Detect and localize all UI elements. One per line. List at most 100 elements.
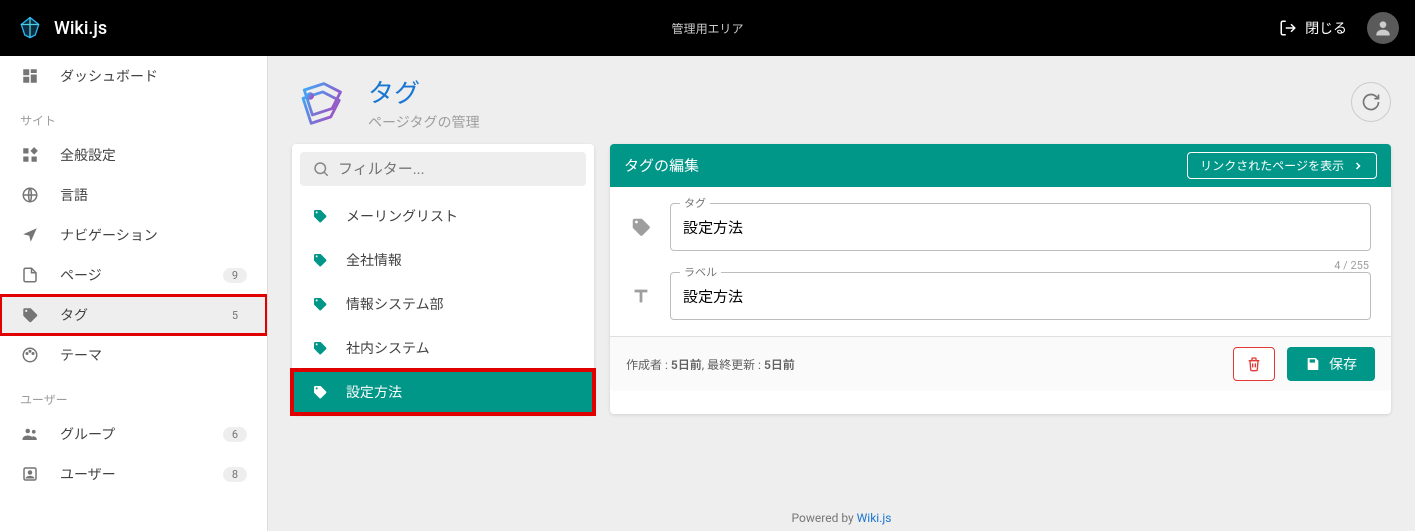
sidebar-badge: 8 (223, 467, 247, 482)
globe-icon (20, 185, 40, 205)
sidebar-item-navigation[interactable]: ナビゲーション (0, 215, 267, 255)
page-footer: Powered by Wiki.js (268, 505, 1415, 531)
tag-label: 情報システム部 (346, 294, 444, 314)
char-count: 4 / 255 (630, 259, 1371, 272)
form-row-label: ラベル (630, 272, 1371, 320)
sidebar-section-users: ユーザー (0, 375, 267, 414)
sidebar-item-label: グループ (60, 424, 115, 444)
delete-button[interactable] (1233, 347, 1275, 381)
sidebar-item-label: 全般設定 (60, 145, 116, 165)
sidebar-item-label: テーマ (60, 345, 102, 365)
footer-link[interactable]: Wiki.js (857, 511, 892, 525)
tag-label: 社内システム (346, 338, 430, 358)
app-title: Wiki.js (54, 18, 107, 39)
refresh-button[interactable] (1351, 82, 1391, 122)
user-avatar[interactable] (1367, 12, 1399, 44)
near-me-icon (20, 225, 40, 245)
tag-list-item[interactable]: メーリングリスト (292, 194, 594, 238)
page-title: タグ (368, 73, 479, 110)
filter-box (292, 144, 594, 194)
close-label: 閉じる (1305, 18, 1347, 38)
label-field-wrap: ラベル (670, 272, 1371, 320)
meta-text: 作成者 : 5日前, 最終更新 : 5日前 (626, 356, 795, 373)
sidebar-item-label: ユーザー (60, 464, 116, 484)
sidebar-item-label: ダッシュボード (60, 66, 158, 86)
linked-pages-label: リンクされたページを表示 (1200, 157, 1344, 174)
tag-list: メーリングリスト 全社情報 情報システム部 社内システム 設定方法 (292, 194, 594, 414)
sidebar-item-tags[interactable]: タグ 5 (0, 295, 267, 335)
sidebar-badge: 9 (223, 268, 247, 283)
widgets-icon (20, 145, 40, 165)
sidebar-section-site: サイト (0, 96, 267, 135)
form-area: タグ 4 / 255 ラベル (610, 187, 1391, 336)
panel-title: タグの編集 (624, 155, 699, 176)
tags-hero-icon (292, 72, 352, 132)
sidebar-item-label: ナビゲーション (60, 225, 158, 245)
tag-icon (20, 305, 40, 325)
page-subtitle: ページタグの管理 (368, 112, 479, 132)
sidebar-badge: 5 (223, 308, 247, 323)
tag-label: 全社情報 (346, 250, 402, 270)
chevron-right-icon (1352, 160, 1364, 172)
linked-pages-button[interactable]: リンクされたページを表示 (1187, 152, 1377, 179)
app-header: Wiki.js 管理用エリア 閉じる (0, 0, 1415, 56)
tag-label: 設定方法 (346, 382, 402, 402)
filter-input[interactable] (338, 160, 574, 178)
tag-field-wrap: タグ (670, 203, 1371, 251)
sidebar-item-label: 言語 (60, 185, 88, 205)
label-field-label: ラベル (680, 264, 721, 280)
tag-list-item-selected[interactable]: 設定方法 (292, 370, 594, 414)
sidebar-item-dashboard[interactable]: ダッシュボード (0, 56, 267, 96)
tag-icon (312, 208, 328, 224)
tag-icon (312, 384, 328, 400)
exit-icon (1279, 19, 1297, 37)
panel-header: タグの編集 リンクされたページを表示 (610, 144, 1391, 187)
sidebar-badge: 6 (223, 427, 247, 442)
sidebar-item-general[interactable]: 全般設定 (0, 135, 267, 175)
search-icon (312, 160, 330, 178)
sidebar-item-locale[interactable]: 言語 (0, 175, 267, 215)
sidebar-item-label: ページ (60, 265, 102, 285)
tag-icon (312, 340, 328, 356)
logo-area: Wiki.js (16, 14, 107, 42)
save-label: 保存 (1329, 354, 1357, 374)
tag-icon (312, 252, 328, 268)
tag-icon (312, 296, 328, 312)
text-icon (630, 285, 654, 307)
main-content: タグ ページタグの管理 メーリングリスト 全社情報 (268, 56, 1415, 531)
save-icon (1305, 356, 1321, 372)
sidebar-item-users[interactable]: ユーザー 8 (0, 454, 267, 494)
header-actions: 閉じる (1279, 12, 1399, 44)
sidebar-item-theme[interactable]: テーマ (0, 335, 267, 375)
content-row: メーリングリスト 全社情報 情報システム部 社内システム 設定方法 (292, 144, 1391, 414)
tag-field-label: タグ (680, 195, 710, 211)
sidebar-item-pages[interactable]: ページ 9 (0, 255, 267, 295)
tag-icon (630, 216, 654, 238)
form-row-tag: タグ (630, 203, 1371, 251)
tag-list-item[interactable]: 情報システム部 (292, 282, 594, 326)
tag-field-input[interactable] (670, 203, 1371, 251)
dashboard-icon (20, 66, 40, 86)
tag-label: メーリングリスト (346, 206, 458, 226)
tag-list-item[interactable]: 社内システム (292, 326, 594, 370)
sidebar-item-label: タグ (60, 305, 88, 325)
label-field-input[interactable] (670, 272, 1371, 320)
sidebar-item-groups[interactable]: グループ 6 (0, 414, 267, 454)
footer-actions: 保存 (1233, 347, 1375, 381)
user-icon (20, 464, 40, 484)
palette-icon (20, 345, 40, 365)
close-button[interactable]: 閉じる (1279, 18, 1347, 38)
panel-footer: 作成者 : 5日前, 最終更新 : 5日前 保存 (610, 336, 1391, 391)
save-button[interactable]: 保存 (1287, 347, 1375, 381)
logo-icon (16, 14, 44, 42)
page-header: タグ ページタグの管理 (292, 72, 1391, 132)
page-icon (20, 265, 40, 285)
header-center-text: 管理用エリア (671, 20, 743, 37)
tag-edit-panel: タグの編集 リンクされたページを表示 タグ 4 / 255 (610, 144, 1391, 414)
group-icon (20, 424, 40, 444)
tags-list-panel: メーリングリスト 全社情報 情報システム部 社内システム 設定方法 (292, 144, 594, 414)
tag-list-item[interactable]: 全社情報 (292, 238, 594, 282)
trash-icon (1246, 356, 1262, 372)
admin-sidebar: ダッシュボード サイト 全般設定 言語 ナビゲーション ページ 9 タグ 5 テ… (0, 56, 268, 531)
filter-input-wrap[interactable] (300, 152, 586, 186)
